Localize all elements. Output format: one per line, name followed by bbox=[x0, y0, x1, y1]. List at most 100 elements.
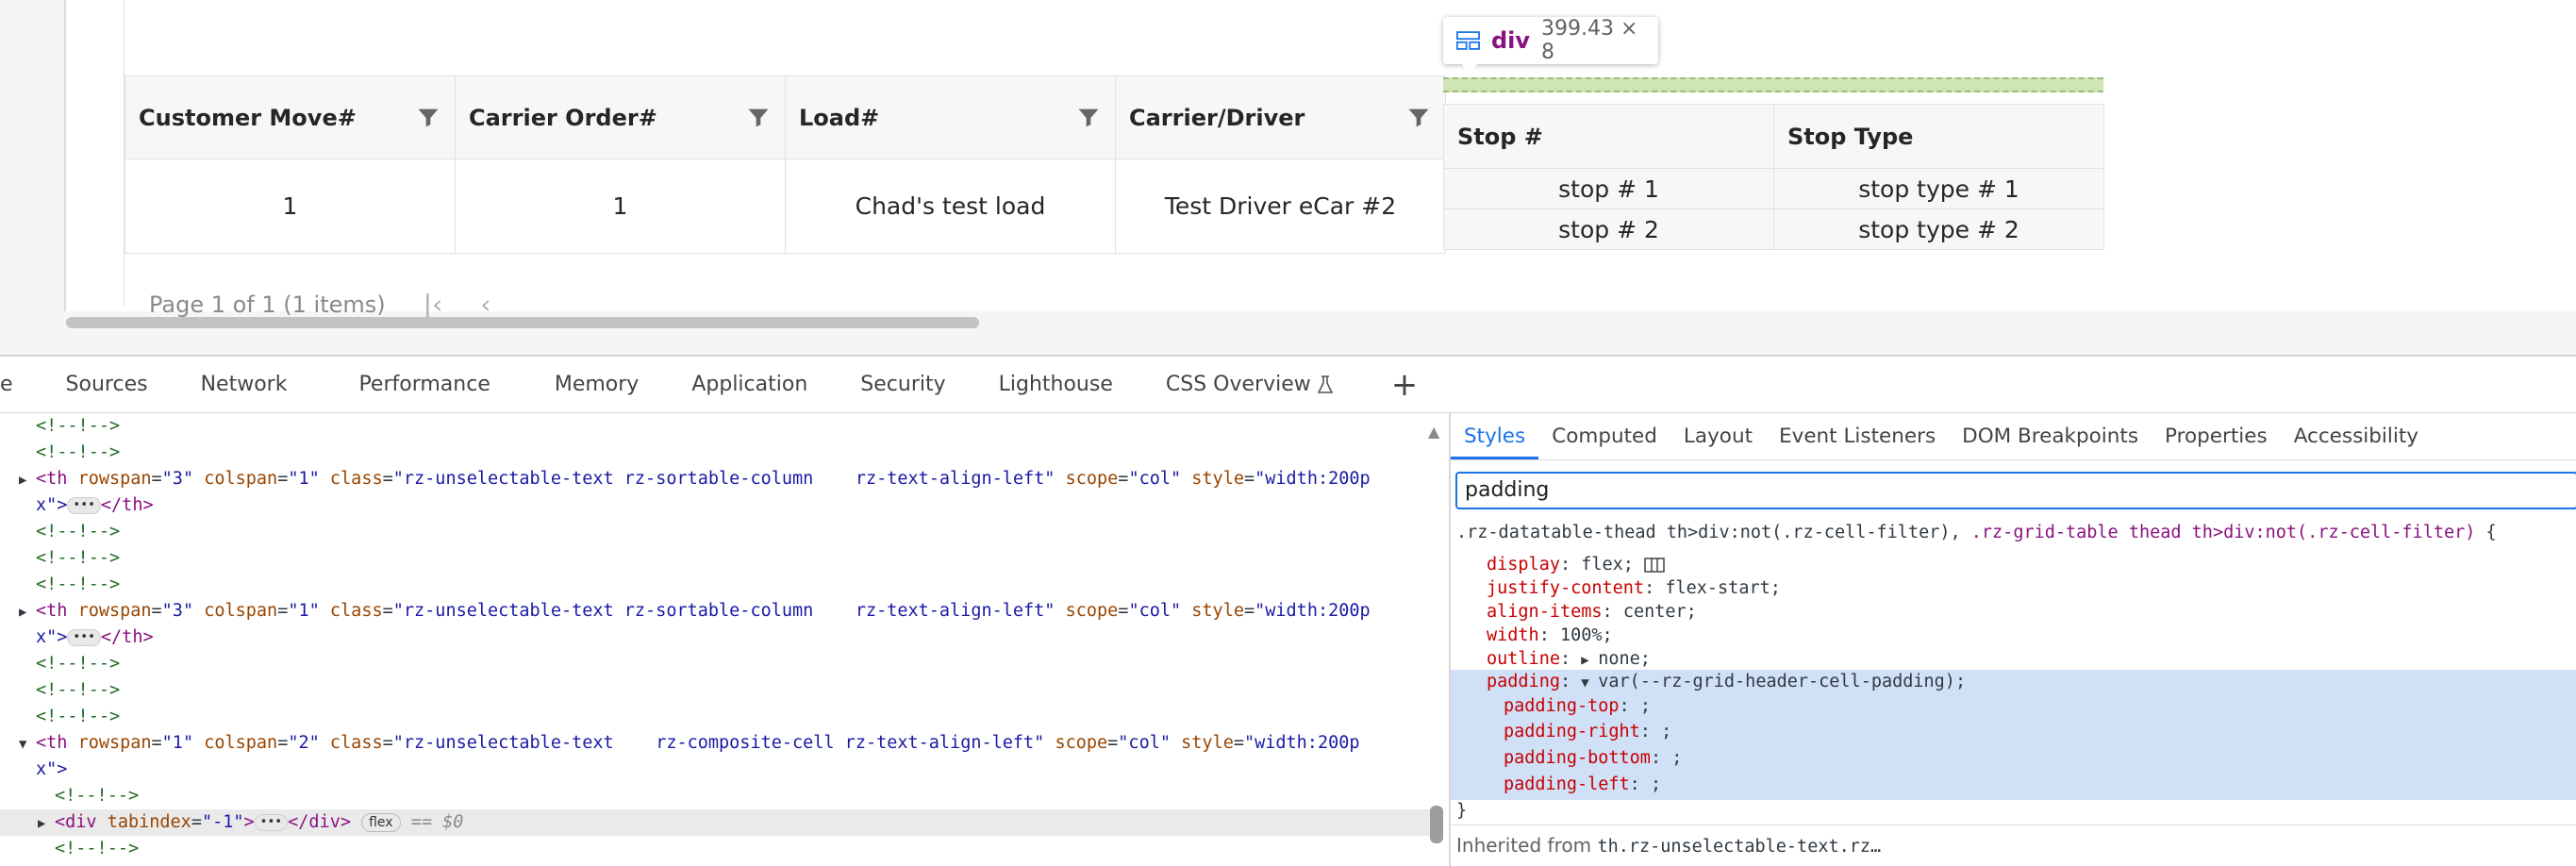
css-prop-padding-left[interactable]: padding-left: ; bbox=[1504, 773, 1661, 796]
rule-close-brace: } bbox=[1456, 801, 1468, 821]
dom-node-th[interactable]: ▶ <th rowspan="3" colspan="1" class="rz-u… bbox=[0, 598, 1434, 625]
column-header-label: Customer Move# bbox=[139, 104, 357, 131]
tab-performance[interactable]: Performance bbox=[313, 373, 527, 396]
dom-node-th[interactable]: ▶ <th rowspan="3" colspan="1" class="rz-u… bbox=[0, 466, 1434, 492]
orders-grid: Customer Move# Carrier Order# Load# Carr… bbox=[125, 75, 1446, 254]
css-prop-padding-top[interactable]: padding-top: ; bbox=[1504, 694, 1651, 718]
tab-layout[interactable]: Layout bbox=[1670, 425, 1766, 459]
cell-carrier-driver[interactable]: Test Driver eCar #2 bbox=[1115, 158, 1446, 254]
tab-sources[interactable]: Sources bbox=[40, 373, 175, 396]
funnel-icon[interactable] bbox=[1075, 105, 1102, 131]
tooltip-arrow bbox=[1460, 62, 1479, 74]
column-header-stop-type[interactable]: Stop Type bbox=[1773, 104, 2104, 169]
dom-node-th-expanded[interactable]: ▼ <th rowspan="1" colspan="2" class="rz-u… bbox=[0, 730, 1434, 757]
dom-comment[interactable]: <!--!--> bbox=[0, 519, 1434, 545]
cell-customer-move[interactable]: 1 bbox=[125, 158, 456, 254]
tab-network[interactable]: Network bbox=[175, 373, 314, 396]
dom-node-th-cont[interactable]: x"> ••• </th> bbox=[0, 492, 1434, 519]
styles-panel: Styles Computed Layout Event Listeners D… bbox=[1451, 413, 2576, 866]
dom-comment[interactable]: <!--!--> bbox=[0, 651, 1434, 677]
tab-event-listeners[interactable]: Event Listeners bbox=[1766, 425, 1949, 459]
dom-comment[interactable]: <!--!--> bbox=[0, 783, 1434, 809]
stops-subgrid: Stop # Stop Type stop # 1 stop type # 1 … bbox=[1443, 104, 2104, 250]
tooltip-tag: div bbox=[1490, 27, 1531, 54]
cell-carrier-order[interactable]: 1 bbox=[455, 158, 786, 254]
css-prop-display[interactable]: display: flex; bbox=[1487, 553, 1665, 576]
tab-security[interactable]: Security bbox=[834, 373, 972, 396]
cell-load[interactable]: Chad's test load bbox=[785, 158, 1116, 254]
inherited-from-link[interactable]: th.rz-unselectable-text.rz… bbox=[1597, 837, 1881, 857]
tab-computed[interactable]: Computed bbox=[1538, 425, 1670, 459]
flex-badge[interactable]: flex bbox=[361, 813, 401, 832]
column-header-load[interactable]: Load# bbox=[785, 75, 1116, 159]
css-prop-padding-bottom[interactable]: padding-bottom: ; bbox=[1504, 746, 1682, 770]
dom-comment[interactable]: <!--!--> bbox=[0, 572, 1434, 598]
tab-elements-partial[interactable]: e bbox=[0, 373, 40, 396]
tab-application[interactable]: Application bbox=[665, 373, 834, 396]
tab-css-overview[interactable]: CSS Overview bbox=[1139, 373, 1359, 396]
flexbox-editor-icon[interactable] bbox=[1644, 558, 1665, 573]
column-header-label: Carrier Order# bbox=[469, 104, 657, 131]
tab-styles[interactable]: Styles bbox=[1451, 425, 1539, 459]
dom-comment[interactable]: <!--!--> bbox=[0, 545, 1434, 572]
cell-stop-type[interactable]: stop type # 2 bbox=[1773, 208, 2104, 250]
dom-comment[interactable]: <!--!--> bbox=[0, 440, 1434, 466]
dom-comment[interactable]: <!--!--> bbox=[0, 677, 1434, 704]
tab-dom-breakpoints[interactable]: DOM Breakpoints bbox=[1949, 425, 2152, 459]
collapse-triangle-icon[interactable]: ▼ bbox=[19, 731, 36, 758]
css-prop-padding[interactable]: padding: ▼ var(--rz-grid-header-cell-padd… bbox=[1487, 670, 1966, 693]
cell-stop-number[interactable]: stop # 1 bbox=[1443, 168, 1774, 209]
more-tabs-button[interactable]: + bbox=[1359, 366, 1419, 404]
column-header-label: Load# bbox=[799, 104, 880, 131]
cell-stop-number[interactable]: stop # 2 bbox=[1443, 208, 1774, 250]
funnel-icon[interactable] bbox=[745, 105, 772, 131]
dom-node-th-cont[interactable]: x"> ••• </th> bbox=[0, 625, 1434, 651]
inherited-from-label: Inherited from th.rz-unselectable-text.r… bbox=[1456, 834, 1882, 857]
dom-comment[interactable]: <!--!--> bbox=[0, 413, 1434, 440]
elements-panel: <!--!--> <!--!--> ▶ <th rowspan="3" colsp… bbox=[0, 413, 1449, 866]
experimental-beaker-icon bbox=[1317, 375, 1334, 393]
css-prop-padding-right[interactable]: padding-right: ; bbox=[1504, 720, 1671, 743]
dom-comment[interactable]: <!--!--> bbox=[0, 704, 1434, 730]
collapse-triangle-icon[interactable]: ▼ bbox=[1581, 672, 1598, 695]
ellipsis-icon[interactable]: ••• bbox=[254, 814, 289, 831]
tab-accessibility[interactable]: Accessibility bbox=[2281, 425, 2432, 459]
table-row[interactable]: stop # 1 stop type # 1 bbox=[1443, 168, 2104, 209]
grid-layout-icon bbox=[1456, 31, 1480, 50]
ellipsis-icon[interactable]: ••• bbox=[67, 629, 101, 646]
expand-triangle-icon[interactable]: ▶ bbox=[19, 599, 36, 625]
cell-stop-type[interactable]: stop type # 1 bbox=[1773, 168, 2104, 209]
dom-node-div-selected[interactable]: ▶ <div tabindex="-1"> ••• </div> flex == $0 bbox=[0, 809, 1434, 836]
tab-css-overview-label: CSS Overview bbox=[1165, 373, 1311, 396]
column-header-stop-number[interactable]: Stop # bbox=[1443, 104, 1774, 169]
column-header-customer-move[interactable]: Customer Move# bbox=[125, 75, 456, 159]
ellipsis-icon[interactable]: ••• bbox=[67, 497, 101, 514]
css-prop-align-items[interactable]: align-items: center; bbox=[1487, 600, 1697, 624]
dom-comment[interactable]: <!--!--> bbox=[0, 836, 1434, 862]
tab-lighthouse[interactable]: Lighthouse bbox=[972, 373, 1139, 396]
column-header-carrier-order[interactable]: Carrier Order# bbox=[455, 75, 786, 159]
css-prop-outline[interactable]: outline: ▶ none; bbox=[1487, 647, 1651, 671]
styles-filter-input[interactable]: padding bbox=[1455, 472, 2576, 509]
css-prop-width[interactable]: width: 100%; bbox=[1487, 624, 1613, 647]
styles-tab-bar: Styles Computed Layout Event Listeners D… bbox=[1451, 413, 2576, 460]
stops-header-row: Stop # Stop Type bbox=[1443, 104, 2104, 169]
vertical-scrollbar-thumb[interactable] bbox=[1430, 806, 1443, 843]
column-header-carrier-driver[interactable]: Carrier/Driver bbox=[1115, 75, 1446, 159]
page-viewport: Customer Move# Carrier Order# Load# Carr… bbox=[0, 0, 2576, 357]
tab-memory[interactable]: Memory bbox=[528, 373, 665, 396]
tab-properties[interactable]: Properties bbox=[2152, 425, 2281, 459]
horizontal-scrollbar-thumb[interactable] bbox=[66, 317, 979, 328]
table-row[interactable]: 1 1 Chad's test load Test Driver eCar #2 bbox=[125, 158, 1446, 254]
dom-node-th-cont[interactable]: x"> bbox=[0, 757, 1434, 783]
scroll-up-arrow-icon[interactable]: ▲ bbox=[1428, 423, 1439, 441]
funnel-icon[interactable] bbox=[1405, 105, 1432, 131]
css-prop-justify-content[interactable]: justify-content: flex-start; bbox=[1487, 576, 1781, 600]
expand-triangle-icon[interactable]: ▶ bbox=[38, 810, 55, 837]
rule-selector[interactable]: .rz-datatable-thead th>div:not(.rz-cell-… bbox=[1456, 521, 2497, 544]
table-row[interactable]: stop # 2 stop type # 2 bbox=[1443, 208, 2104, 250]
expand-triangle-icon[interactable]: ▶ bbox=[19, 467, 36, 493]
inspected-element-highlight bbox=[1443, 77, 2103, 92]
funnel-icon[interactable] bbox=[415, 105, 441, 131]
column-header-label: Carrier/Driver bbox=[1129, 104, 1305, 131]
